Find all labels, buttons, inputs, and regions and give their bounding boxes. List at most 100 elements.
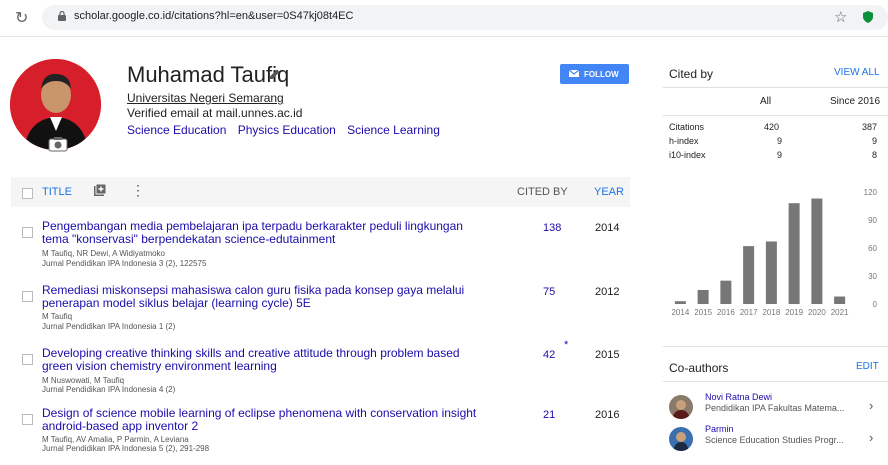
follow-button[interactable]: FOLLOW: [560, 64, 629, 84]
article-cited-count[interactable]: 42: [543, 349, 555, 361]
article-checkbox[interactable]: [22, 414, 33, 425]
article-title[interactable]: Pengembangan media pembelajaran ipa terp…: [42, 220, 492, 246]
chart-bar[interactable]: [834, 296, 846, 304]
chart-bar[interactable]: [674, 301, 686, 304]
chart-bar[interactable]: [765, 241, 777, 304]
chart-x-tick-label: 2015: [694, 308, 712, 317]
chart-x-tick-label: 2020: [808, 308, 826, 317]
stat-since: 387: [862, 122, 878, 132]
add-article-icon[interactable]: [94, 184, 106, 196]
coauthor-item[interactable]: Parmin Science Education Studies Progr..…: [669, 424, 884, 454]
sort-by-cited[interactable]: CITED BY: [517, 186, 568, 198]
sort-by-year[interactable]: YEAR: [594, 186, 624, 198]
article-checkbox[interactable]: [22, 291, 33, 302]
chevron-right-icon[interactable]: ›: [869, 398, 873, 413]
view-all-link[interactable]: VIEW ALL: [834, 67, 880, 78]
article-cited-count[interactable]: 138: [543, 222, 561, 234]
stat-label: h-index: [669, 136, 699, 146]
chart-x-tick-label: 2019: [785, 308, 803, 317]
profile-affiliation[interactable]: Universitas Negeri Semarang: [127, 91, 284, 105]
interest-link[interactable]: Physics Education: [238, 123, 336, 137]
divider: [663, 381, 888, 382]
article-journal: Jurnal Pendidikan IPA Indonesia 3 (2), 1…: [42, 259, 207, 268]
chart-bar[interactable]: [811, 198, 823, 304]
lock-icon: [58, 11, 66, 21]
divider: [663, 115, 888, 116]
chart-y-tick-label: 0: [873, 300, 878, 309]
stats-col-all: All: [760, 96, 772, 107]
article-authors: M Taufiq, AV Amalia, P Parmin, A Leviana: [42, 435, 189, 444]
article-row: Pengembangan media pembelajaran ipa terp…: [0, 218, 640, 278]
interest-link[interactable]: Science Learning: [347, 123, 440, 137]
shield-extension-icon[interactable]: [863, 11, 873, 23]
stat-all: 9: [777, 150, 783, 160]
chart-x-tick-label: 2016: [717, 308, 735, 317]
article-journal: Jurnal Pendidikan IPA Indonesia 4 (2): [42, 385, 176, 394]
article-cited-count[interactable]: 21: [543, 409, 555, 421]
stat-label: i10-index: [669, 150, 706, 160]
article-row: Remediasi miskonsepsi mahasiswa calon gu…: [0, 282, 640, 342]
chart-y-tick-label: 120: [864, 188, 878, 197]
coauthor-affiliation: Science Education Studies Progr...: [705, 435, 844, 445]
follow-label: FOLLOW: [584, 70, 619, 79]
divider: [663, 346, 888, 347]
select-all-checkbox[interactable]: [22, 188, 33, 199]
article-cited-count[interactable]: 75: [543, 286, 555, 298]
article-title[interactable]: Design of science mobile learning of ecl…: [42, 407, 492, 433]
chart-bar[interactable]: [720, 280, 732, 304]
coauthor-name[interactable]: Novi Ratna Dewi: [705, 392, 772, 402]
coauthor-name[interactable]: Parmin: [705, 424, 734, 434]
citations-chart: 2014 2015 2016 2017 2018 2019 2020 2021 120 90 60 3…: [671, 188, 878, 317]
research-interests: Science Education Physics Education Scie…: [127, 123, 448, 137]
edit-pencil-icon[interactable]: [269, 68, 281, 80]
stats-col-since: Since 2016: [830, 96, 881, 107]
chart-bar[interactable]: [788, 203, 800, 304]
article-authors: M Nuswowati, M Taufiq: [42, 376, 125, 385]
merged-citation-asterisk[interactable]: *: [564, 339, 568, 351]
chart-bar[interactable]: [743, 246, 755, 304]
article-year: 2014: [595, 222, 620, 234]
edit-coauthors-link[interactable]: EDIT: [856, 361, 879, 372]
article-authors: M Taufiq, NR Dewi, A Widiyatmoko: [42, 249, 166, 258]
url-text[interactable]: scholar.google.co.id/citations?hl=en&use…: [74, 10, 353, 22]
article-authors: M Taufiq: [42, 312, 73, 321]
divider: [663, 87, 888, 88]
browser-menu-icon[interactable]: ⋮: [883, 10, 888, 27]
coauthors-title: Co-authors: [669, 361, 729, 375]
coauthor-affiliation: Pendidikan IPA Fakultas Matema...: [705, 403, 845, 413]
stat-label: Citations: [669, 122, 705, 132]
article-title[interactable]: Developing creative thinking skills and …: [42, 347, 492, 373]
coauthor-item[interactable]: Novi Ratna Dewi Pendidikan IPA Fakultas …: [669, 392, 884, 422]
camera-icon[interactable]: [48, 136, 68, 152]
reload-icon[interactable]: ↻: [15, 8, 28, 28]
article-title[interactable]: Remediasi miskonsepsi mahasiswa calon gu…: [42, 284, 492, 310]
stat-since: 9: [872, 136, 878, 146]
article-row: Developing creative thinking skills and …: [0, 339, 640, 405]
interest-link[interactable]: Science Education: [127, 123, 226, 137]
article-checkbox[interactable]: [22, 227, 33, 238]
chevron-right-icon[interactable]: ›: [869, 430, 873, 445]
stat-since: 8: [872, 150, 878, 160]
chart-x-tick-label: 2018: [762, 308, 780, 317]
profile-email: Verified email at mail.unnes.ac.id: [127, 106, 303, 120]
sort-by-title[interactable]: TITLE: [42, 186, 72, 198]
cited-by-title: Cited by: [669, 67, 714, 81]
chart-x-tick-label: 2017: [740, 308, 758, 317]
article-year: 2016: [595, 409, 620, 421]
article-row: Design of science mobile learning of ecl…: [0, 405, 640, 465]
mail-icon: [569, 70, 579, 77]
article-year: 2012: [595, 286, 620, 298]
article-checkbox[interactable]: [22, 354, 33, 365]
profile-name: Muhamad Taufiq: [127, 62, 290, 87]
chart-y-tick-label: 30: [868, 272, 877, 281]
chart-y-tick-label: 90: [868, 216, 877, 225]
article-journal: Jurnal Pendidikan IPA Indonesia 1 (2): [42, 322, 176, 331]
bookmark-star-icon[interactable]: ☆: [834, 8, 847, 26]
article-journal: Jurnal Pendidikan IPA Indonesia 5 (2), 2…: [42, 444, 210, 453]
coauthor-avatar: [669, 395, 693, 419]
article-year: 2015: [595, 349, 620, 361]
chart-y-tick-label: 60: [868, 244, 877, 253]
chart-x-tick-label: 2014: [671, 308, 689, 317]
chart-bar[interactable]: [697, 290, 709, 304]
more-options-icon[interactable]: ⋮: [131, 182, 145, 199]
